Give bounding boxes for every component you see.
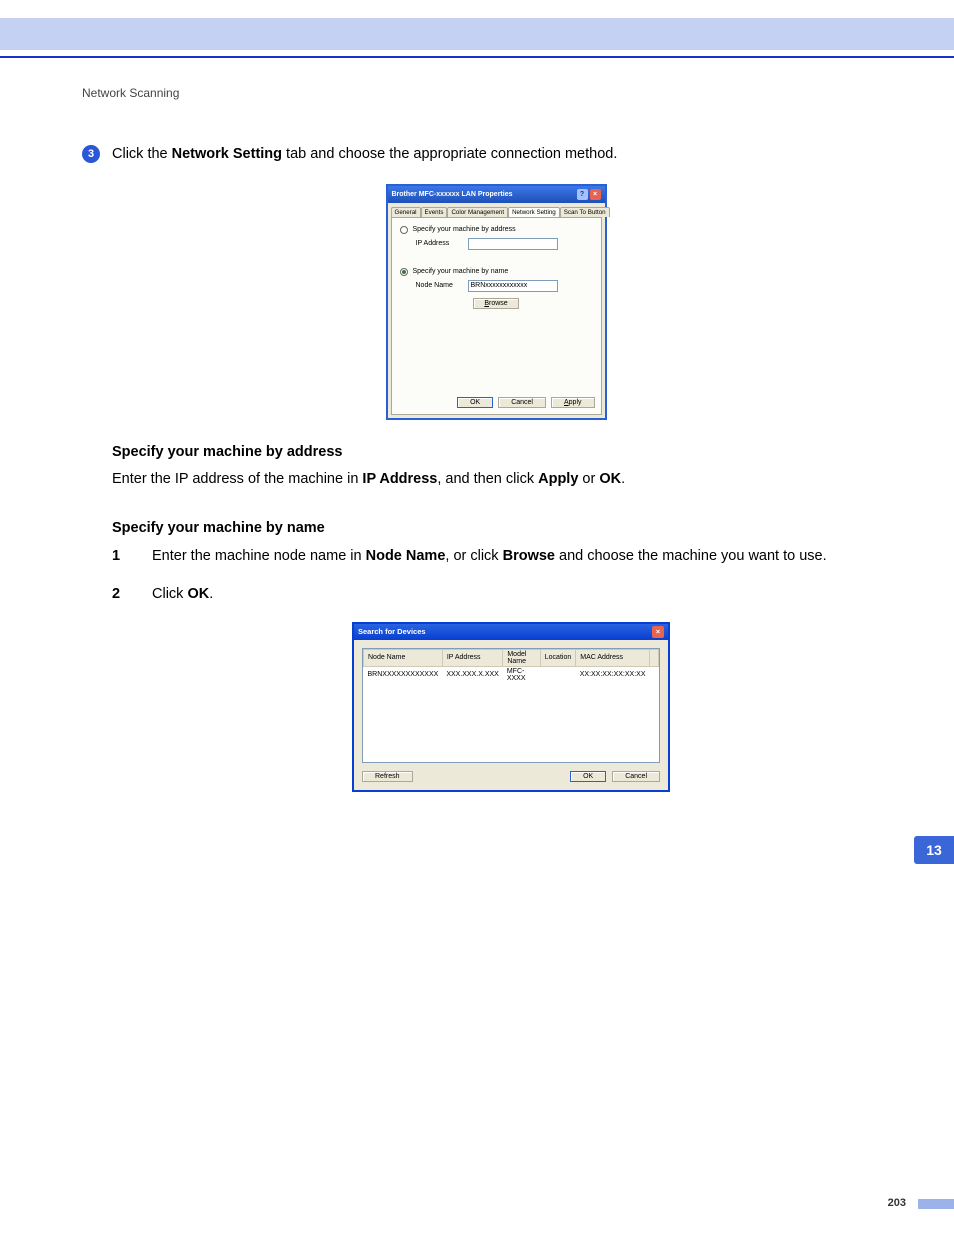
addr-p2: , and then click xyxy=(437,471,538,487)
cancel-button[interactable]: Cancel xyxy=(612,771,660,782)
li2-b1: OK xyxy=(187,586,209,602)
browse-button[interactable]: Browse xyxy=(473,298,518,309)
addr-b1: IP Address xyxy=(362,471,437,487)
li2-p2: . xyxy=(209,586,213,602)
device-list[interactable]: Node Name IP Address Model Name Location… xyxy=(362,648,660,763)
ip-address-input[interactable] xyxy=(468,238,558,250)
li1-p3: and choose the machine you want to use. xyxy=(555,548,827,564)
col-spacer xyxy=(650,649,659,666)
header-band xyxy=(0,18,954,50)
heading-by-name: Specify your machine by name xyxy=(112,520,910,536)
addr-or: or xyxy=(578,471,599,487)
dialog-tabs: General Events Color Management Network … xyxy=(388,203,605,217)
addr-end: . xyxy=(621,471,625,487)
dialog-body: Specify your machine by address IP Addre… xyxy=(391,217,602,415)
close-icon[interactable]: × xyxy=(590,189,601,200)
cell-mac: XX:XX:XX:XX:XX:XX xyxy=(576,666,650,683)
node-name-input[interactable]: BRNxxxxxxxxxxxx xyxy=(468,280,558,292)
step3-suffix: tab and choose the appropriate connectio… xyxy=(282,146,617,162)
header-underline xyxy=(0,56,954,58)
radio-by-address-label: Specify your machine by address xyxy=(413,226,516,233)
li1-b2: Browse xyxy=(503,548,555,564)
table-row[interactable]: BRNXXXXXXXXXXXX XXX.XXX.X.XXX MFC-XXXX X… xyxy=(364,666,659,683)
dialog2-title-text: Search for Devices xyxy=(358,627,426,636)
col-mac-address[interactable]: MAC Address xyxy=(576,649,650,666)
ok-button[interactable]: OK xyxy=(457,397,493,408)
cancel-button[interactable]: Cancel xyxy=(498,397,546,408)
tab-scan-to-button[interactable]: Scan To Button xyxy=(560,207,610,217)
chapter-tab: 13 xyxy=(914,836,954,864)
refresh-button[interactable]: Refresh xyxy=(362,771,413,782)
tab-events[interactable]: Events xyxy=(421,207,448,217)
addr-b3: OK xyxy=(599,471,621,487)
dialog-titlebar: Brother MFC-xxxxxx LAN Properties ? × xyxy=(388,186,605,203)
col-node-name[interactable]: Node Name xyxy=(364,649,443,666)
page-bar xyxy=(918,1199,954,1209)
addr-p1: Enter the IP address of the machine in xyxy=(112,471,362,487)
radio-by-address[interactable] xyxy=(400,226,408,234)
step3-prefix: Click the xyxy=(112,146,172,162)
step3-text: Click the Network Setting tab and choose… xyxy=(112,144,617,166)
apply-button[interactable]: Apply xyxy=(551,397,595,408)
step3-bold: Network Setting xyxy=(172,146,282,162)
breadcrumb: Network Scanning xyxy=(82,86,910,100)
li1-b1: Node Name xyxy=(366,548,446,564)
tab-general[interactable]: General xyxy=(391,207,421,217)
close-icon[interactable]: × xyxy=(652,626,664,638)
ok-button[interactable]: OK xyxy=(570,771,606,782)
list-num-2: 2 xyxy=(112,584,124,606)
help-icon[interactable]: ? xyxy=(577,189,588,200)
tab-color-management[interactable]: Color Management xyxy=(447,207,508,217)
col-location[interactable]: Location xyxy=(540,649,575,666)
search-devices-dialog: Search for Devices × Node Name IP Addres… xyxy=(352,622,670,792)
list-item-2: Click OK. xyxy=(152,584,213,606)
list-item-1: Enter the machine node name in Node Name… xyxy=(152,546,827,568)
cell-node: BRNXXXXXXXXXXXX xyxy=(364,666,443,683)
list-num-1: 1 xyxy=(112,546,124,568)
node-name-label: Node Name xyxy=(416,282,462,289)
radio-by-name-label: Specify your machine by name xyxy=(413,268,509,275)
paragraph-by-address: Enter the IP address of the machine in I… xyxy=(112,468,910,490)
radio-by-name[interactable] xyxy=(400,268,408,276)
step-badge-3: 3 xyxy=(82,145,100,163)
li2-p1: Click xyxy=(152,586,187,602)
addr-b2: Apply xyxy=(538,471,578,487)
cell-ip: XXX.XXX.X.XXX xyxy=(442,666,503,683)
ip-address-label: IP Address xyxy=(416,240,462,247)
dialog2-titlebar: Search for Devices × xyxy=(354,624,668,640)
heading-by-address: Specify your machine by address xyxy=(112,444,910,460)
li1-p2: , or click xyxy=(445,548,502,564)
col-model-name[interactable]: Model Name xyxy=(503,649,540,666)
dialog-title-text: Brother MFC-xxxxxx LAN Properties xyxy=(392,191,513,198)
page-number: 203 xyxy=(888,1197,906,1209)
lan-properties-dialog: Brother MFC-xxxxxx LAN Properties ? × Ge… xyxy=(386,184,607,420)
cell-model: MFC-XXXX xyxy=(503,666,540,683)
col-ip-address[interactable]: IP Address xyxy=(442,649,503,666)
li1-p1: Enter the machine node name in xyxy=(152,548,366,564)
cell-location xyxy=(540,666,575,683)
